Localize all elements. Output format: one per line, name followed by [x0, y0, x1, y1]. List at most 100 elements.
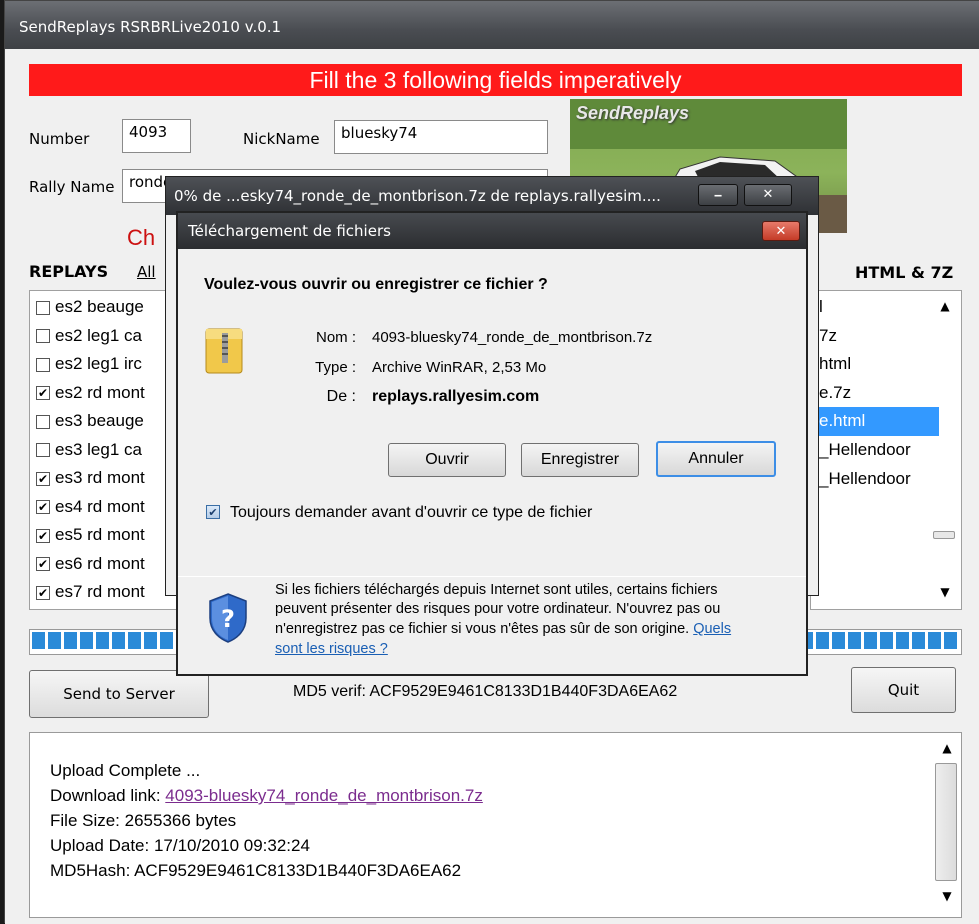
dialog-title: Téléchargement de fichiers [178, 213, 806, 249]
cancel-button[interactable]: Annuler [656, 441, 776, 477]
output-scrollbar[interactable]: ▲ ▼ [933, 733, 961, 917]
md5-verif-text: MD5 verif: ACF9529E9461C8133D1B440F3DA6E… [293, 683, 678, 700]
file-source-value: replays.rallyesim.com [372, 388, 540, 405]
send-to-server-button[interactable]: Send to Server [29, 670, 209, 718]
scroll-up-icon[interactable]: ▲ [933, 741, 961, 755]
replay-checkbox[interactable] [36, 414, 50, 429]
save-button[interactable]: Enregistrer [521, 443, 639, 477]
progress-segment [832, 632, 845, 649]
dialog-separator [178, 576, 806, 577]
replays-heading: REPLAYS [29, 262, 109, 281]
progress-segment [864, 632, 877, 649]
scroll-up-icon[interactable]: ▲ [931, 299, 959, 313]
scroll-thumb[interactable] [933, 531, 955, 539]
replay-label: es2 leg1 ca [55, 325, 142, 345]
replay-label: es3 beauge [55, 411, 144, 430]
number-label: Number [29, 130, 90, 148]
progress-segment [944, 632, 957, 649]
progress-segment [96, 632, 109, 649]
name-label: Nom : [315, 329, 356, 346]
replay-checkbox[interactable]: ✔ [36, 557, 50, 572]
replay-item[interactable]: ✔ es6 rd mont [30, 550, 178, 579]
download-link[interactable]: 4093-bluesky74_ronde_de_montbrison.7z [165, 786, 483, 805]
replay-checkbox[interactable] [36, 329, 50, 344]
html-file-item[interactable]: e.7z [811, 379, 939, 408]
progress-segment [912, 632, 925, 649]
replays-list[interactable]: es2 beauge es2 leg1 ca es2 leg1 irc ✔ es2 rd… [29, 290, 179, 610]
close-button[interactable]: ✕ [744, 184, 792, 206]
shield-help-icon: ? [206, 592, 250, 644]
quit-button[interactable]: Quit [851, 667, 956, 713]
html-file-item[interactable]: l [811, 293, 939, 322]
html-file-item[interactable]: 7z [811, 322, 939, 351]
progress-segment [160, 632, 173, 649]
minimize-button[interactable]: ‒ [698, 184, 738, 206]
warning-line-3: n'enregistrez pas ce fichier si vous n'ê… [275, 621, 731, 637]
warning-line-3-text: n'enregistrez pas ce fichier si vous n'ê… [275, 621, 690, 637]
replay-checkbox[interactable] [36, 443, 50, 458]
output-line-hash: MD5Hash: ACF9529E9461C8133D1B440F3DA6EA6… [50, 861, 462, 880]
number-input[interactable]: 4093 [122, 119, 191, 153]
progress-segment [896, 632, 909, 649]
dialog-question: Voulez-vous ouvrir ou enregistrer ce fic… [204, 276, 548, 293]
replay-checkbox[interactable]: ✔ [36, 386, 50, 401]
replay-item[interactable]: es2 leg1 ca [30, 322, 178, 351]
warning-line-2: peuvent présenter des risques pour votre… [275, 601, 721, 617]
progress-segment [128, 632, 141, 649]
progress-segment [80, 632, 93, 649]
replay-item[interactable]: es3 beauge [30, 407, 178, 436]
html-file-item[interactable]: _Hellendoor [811, 465, 939, 494]
output-line-date: Upload Date: 17/10/2010 09:32:24 [50, 836, 310, 855]
replay-item[interactable]: ✔ es7 rd mont [30, 578, 178, 607]
output-panel: Upload Complete ... Download link: 4093-… [29, 732, 962, 918]
zip-folder-icon [204, 321, 246, 379]
replay-checkbox[interactable] [36, 300, 50, 315]
replay-item[interactable]: ✔ es2 rd mont [30, 379, 178, 408]
replay-item[interactable]: ✔ es5 rd mont [30, 521, 178, 550]
window-title: SendReplays RSRBRLive2010 v.0.1 [5, 1, 979, 49]
replay-item[interactable]: es3 leg1 ca [30, 436, 178, 465]
replay-item[interactable]: es2 beauge [30, 293, 178, 322]
progress-segment [32, 632, 45, 649]
replay-checkbox[interactable] [36, 357, 50, 372]
replay-checkbox[interactable]: ✔ [36, 585, 50, 600]
photo-caption: SendReplays [576, 103, 690, 123]
select-all-link[interactable]: All [137, 263, 156, 281]
output-line-size: File Size: 2655366 bytes [50, 811, 237, 830]
progress-segment [928, 632, 941, 649]
always-ask-checkbox[interactable]: ✔ [206, 505, 220, 519]
scroll-thumb[interactable] [935, 763, 957, 881]
download-link-label: Download link: [50, 786, 166, 805]
risks-link-continued[interactable]: sont les risques ? [275, 641, 388, 657]
html-list-scrollbar[interactable]: ▲ ▼ [931, 293, 959, 607]
replay-item[interactable]: ✔ es4 rd mont [30, 493, 178, 522]
open-button[interactable]: Ouvrir [388, 443, 506, 477]
replay-label: es3 rd mont [55, 468, 145, 487]
replay-checkbox[interactable]: ✔ [36, 500, 50, 515]
html-file-item[interactable]: html [811, 350, 939, 379]
replay-checkbox[interactable]: ✔ [36, 528, 50, 543]
file-download-dialog: Téléchargement de fichiers ✕ Voulez-vous… [176, 211, 808, 676]
output-line-status: Upload Complete ... [50, 761, 201, 780]
replay-label: es4 rd mont [55, 496, 145, 516]
nickname-input[interactable]: bluesky74 [334, 120, 548, 154]
replay-checkbox[interactable]: ✔ [36, 471, 50, 486]
svg-text:?: ? [221, 605, 235, 633]
replay-item[interactable]: es2 leg1 irc [30, 350, 178, 379]
progress-segment [144, 632, 157, 649]
dialog-body: Voulez-vous ouvrir ou enregistrer ce fic… [178, 249, 806, 674]
scroll-down-icon[interactable]: ▼ [933, 889, 961, 903]
progress-segment [816, 632, 829, 649]
html-file-item[interactable]: _Hellendoor [811, 436, 939, 465]
type-label: Type : [315, 359, 356, 376]
nickname-label: NickName [243, 130, 320, 148]
file-type-value: Archive WinRAR, 2,53 Mo [372, 359, 547, 376]
risks-link[interactable]: Quels [693, 621, 731, 637]
html-file-item[interactable]: e.html [811, 407, 939, 436]
dialog-close-button[interactable]: ✕ [762, 221, 800, 241]
scroll-down-icon[interactable]: ▼ [931, 585, 959, 599]
replay-item[interactable]: ✔ es3 rd mont [30, 464, 178, 493]
always-ask-label: Toujours demander avant d'ouvrir ce type… [230, 504, 593, 521]
red-notice-text: Ch [127, 225, 156, 250]
instruction-banner: Fill the 3 following fields imperatively [29, 64, 962, 96]
